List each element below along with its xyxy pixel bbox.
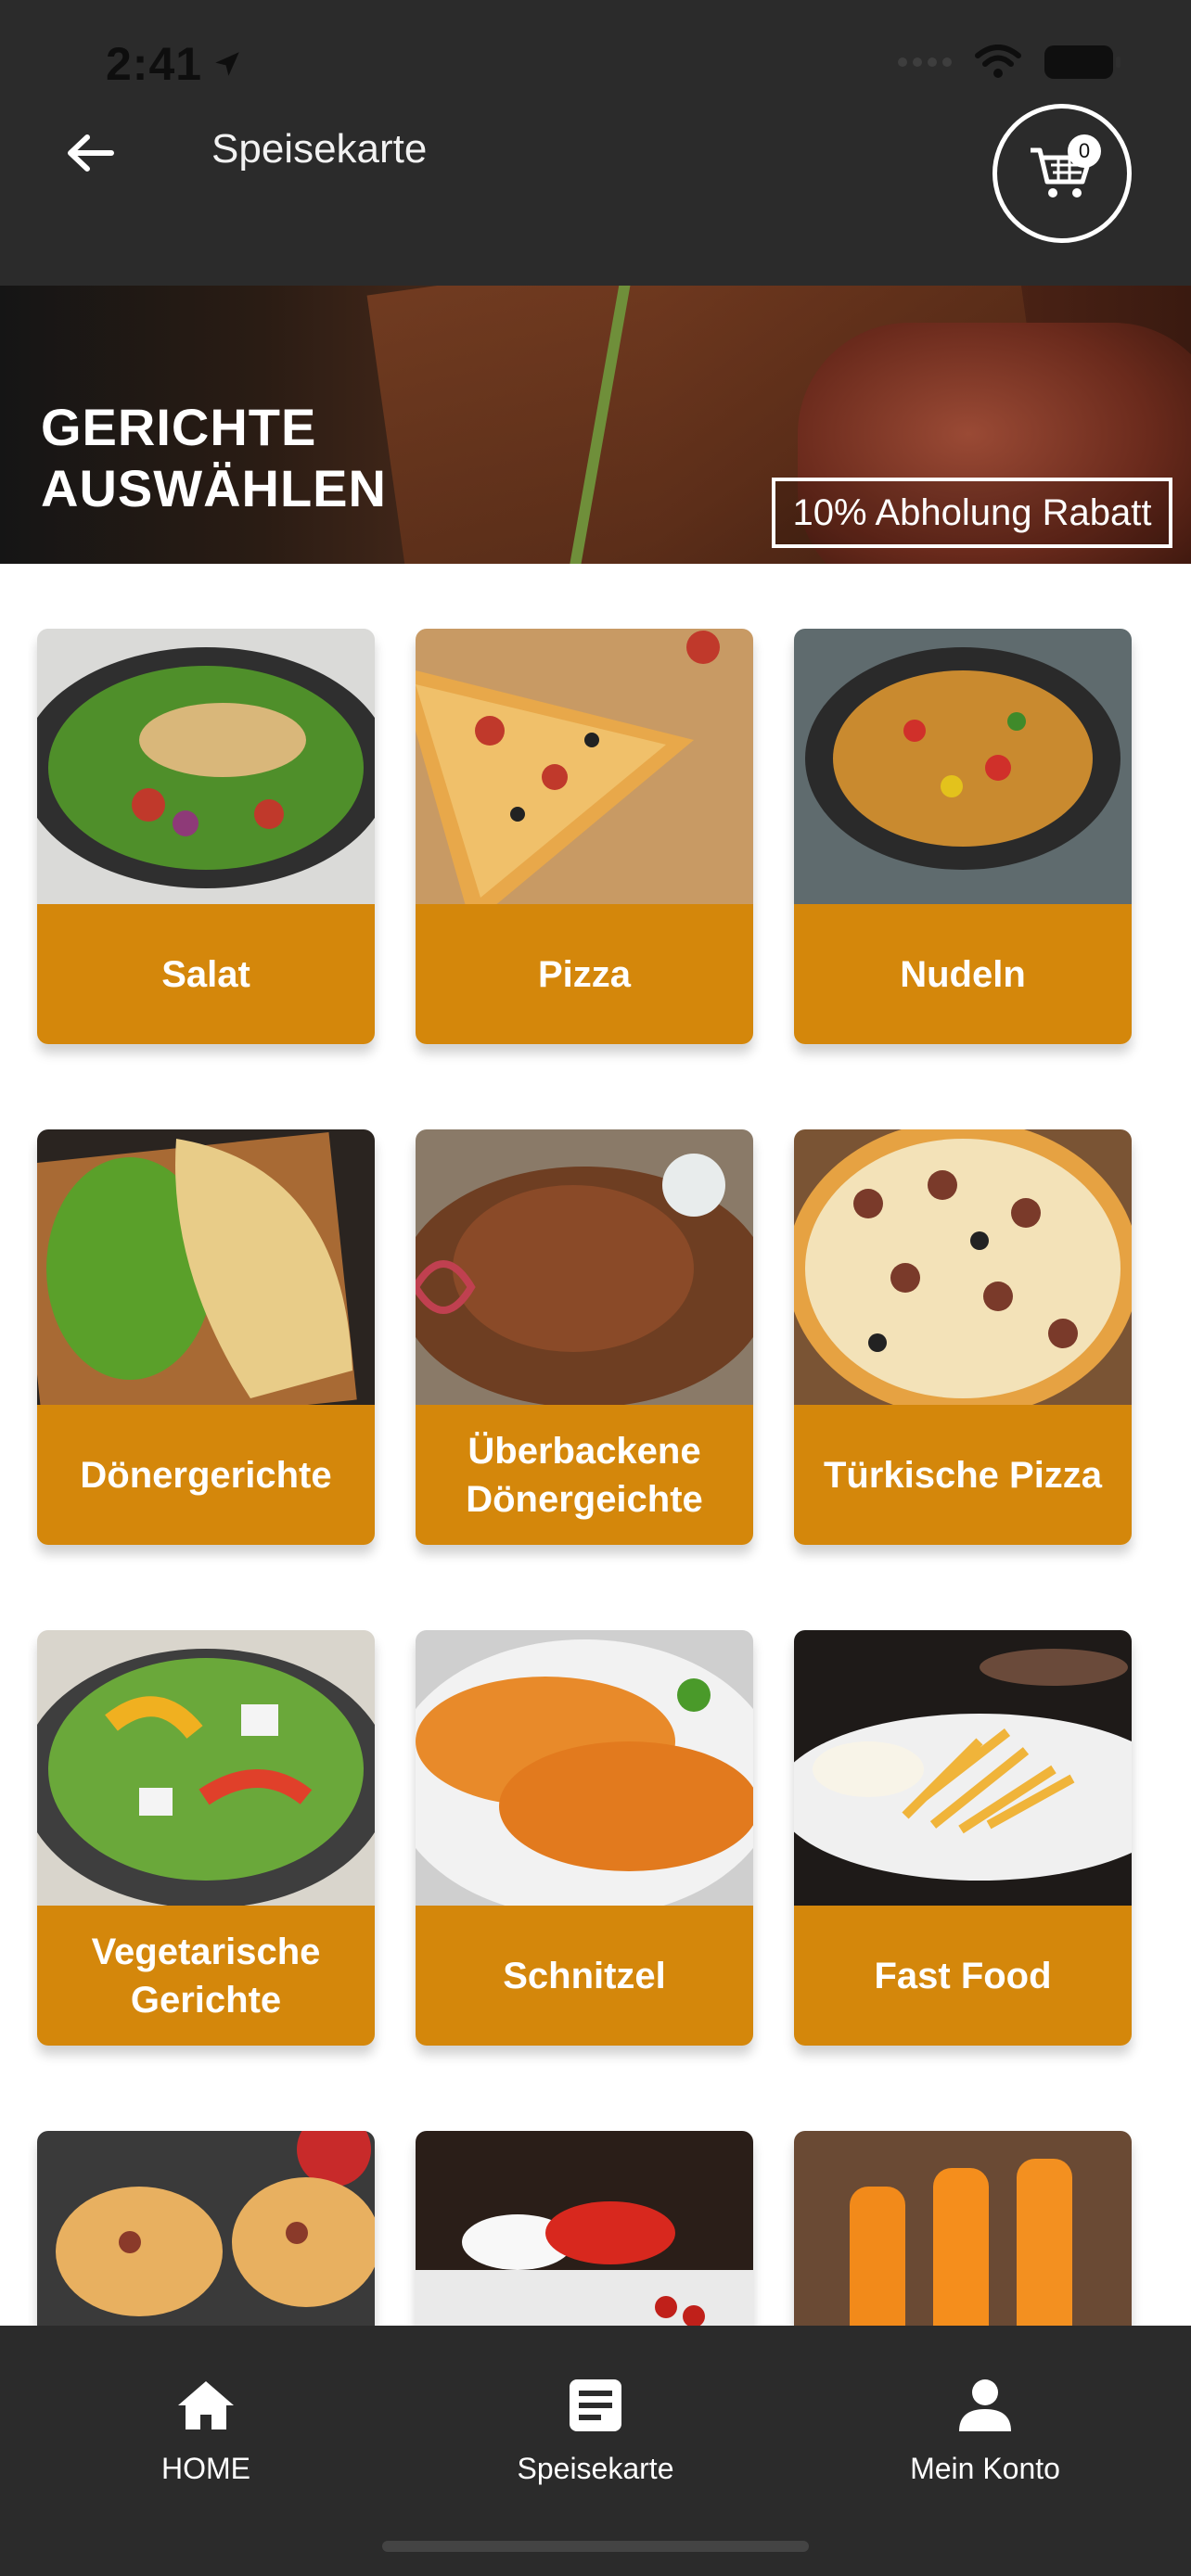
category-card-vegetarische-gerichte[interactable]: Vegetarische Gerichte (37, 1630, 375, 2046)
category-card-ueberbackene-doenergerichte[interactable]: Überbackene Dönergeichte (416, 1129, 753, 1545)
category-card-tuerkische-pizza[interactable]: Türkische Pizza (794, 1129, 1132, 1545)
nav-speisekarte-label: Speisekarte (517, 2452, 674, 2485)
status-time: 2:41 (106, 37, 243, 91)
home-indicator (382, 2541, 809, 2552)
promo-banner: GERICHTE AUSWÄHLEN 10% Abholung Rabatt (0, 286, 1191, 564)
location-arrow-icon (215, 52, 239, 76)
noodles-image (794, 629, 1132, 904)
signal-icon (898, 57, 952, 67)
category-card-fast-food[interactable]: Fast Food (794, 1630, 1132, 2046)
category-label: Salat (37, 904, 375, 1044)
category-label: Schnitzel (416, 1906, 753, 2046)
nav-home-label: HOME (161, 2452, 250, 2485)
nav-account[interactable]: Mein Konto (846, 2378, 1124, 2486)
cart-count-badge: 0 (1068, 134, 1101, 168)
discount-badge: 10% Abholung Rabatt (772, 478, 1172, 548)
nav-home[interactable]: HOME (67, 2378, 345, 2486)
nav-account-label: Mein Konto (910, 2452, 1060, 2485)
category-card-12[interactable] (794, 2131, 1132, 2327)
category-label: Pizza (416, 904, 753, 1044)
drinks-image (794, 2131, 1132, 2327)
category-card-doenergerichte[interactable]: Dönergerichte (37, 1129, 375, 1545)
category-label: Türkische Pizza (794, 1405, 1132, 1545)
wifi-icon (975, 45, 1021, 78)
cart-button[interactable]: 0 (992, 104, 1132, 243)
category-card-pizza[interactable]: Pizza (416, 629, 753, 1044)
banner-title-line2: AUSWÄHLEN (41, 459, 387, 517)
category-card-schnitzel[interactable]: Schnitzel (416, 1630, 753, 2046)
schnitzel-image (416, 1630, 753, 1906)
bottom-navigation: HOME Speisekarte Mein Konto (0, 2326, 1191, 2576)
category-grid: Salat Pizza Nudeln Dönergerichte Überbac… (28, 593, 1163, 2327)
mini-pizza-image (37, 2131, 375, 2327)
category-label: Vegetarische Gerichte (37, 1906, 375, 2046)
category-label: Nudeln (794, 904, 1132, 1044)
battery-icon (1044, 45, 1121, 79)
menu-document-icon (570, 2379, 621, 2431)
doener-image (37, 1129, 375, 1405)
category-card-10[interactable] (37, 2131, 375, 2327)
pizza-image (416, 629, 753, 904)
banner-title: GERICHTE AUSWÄHLEN (41, 397, 387, 519)
arrow-left-icon (68, 134, 114, 172)
category-card-11[interactable] (416, 2131, 753, 2327)
app-header: 2:41 Speisekarte 0 (0, 0, 1191, 286)
category-card-salat[interactable]: Salat (37, 629, 375, 1044)
home-icon (178, 2381, 234, 2429)
fries-image (794, 1630, 1132, 1906)
back-button[interactable] (58, 121, 122, 185)
banner-title-line1: GERICHTE (41, 398, 317, 456)
turkish-pizza-image (794, 1129, 1132, 1405)
vegetarian-image (37, 1630, 375, 1906)
sauces-image (416, 2131, 753, 2327)
page-title: Speisekarte (211, 126, 428, 172)
category-label: Dönergerichte (37, 1405, 375, 1545)
doener-plate-image (416, 1129, 753, 1405)
status-time-text: 2:41 (106, 38, 203, 90)
category-label: Fast Food (794, 1906, 1132, 2046)
category-card-nudeln[interactable]: Nudeln (794, 629, 1132, 1044)
nav-speisekarte[interactable]: Speisekarte (456, 2378, 735, 2486)
status-indicators (898, 45, 1121, 80)
user-icon (959, 2379, 1011, 2431)
salad-image (37, 629, 375, 904)
category-label: Überbackene Dönergeichte (416, 1405, 753, 1545)
